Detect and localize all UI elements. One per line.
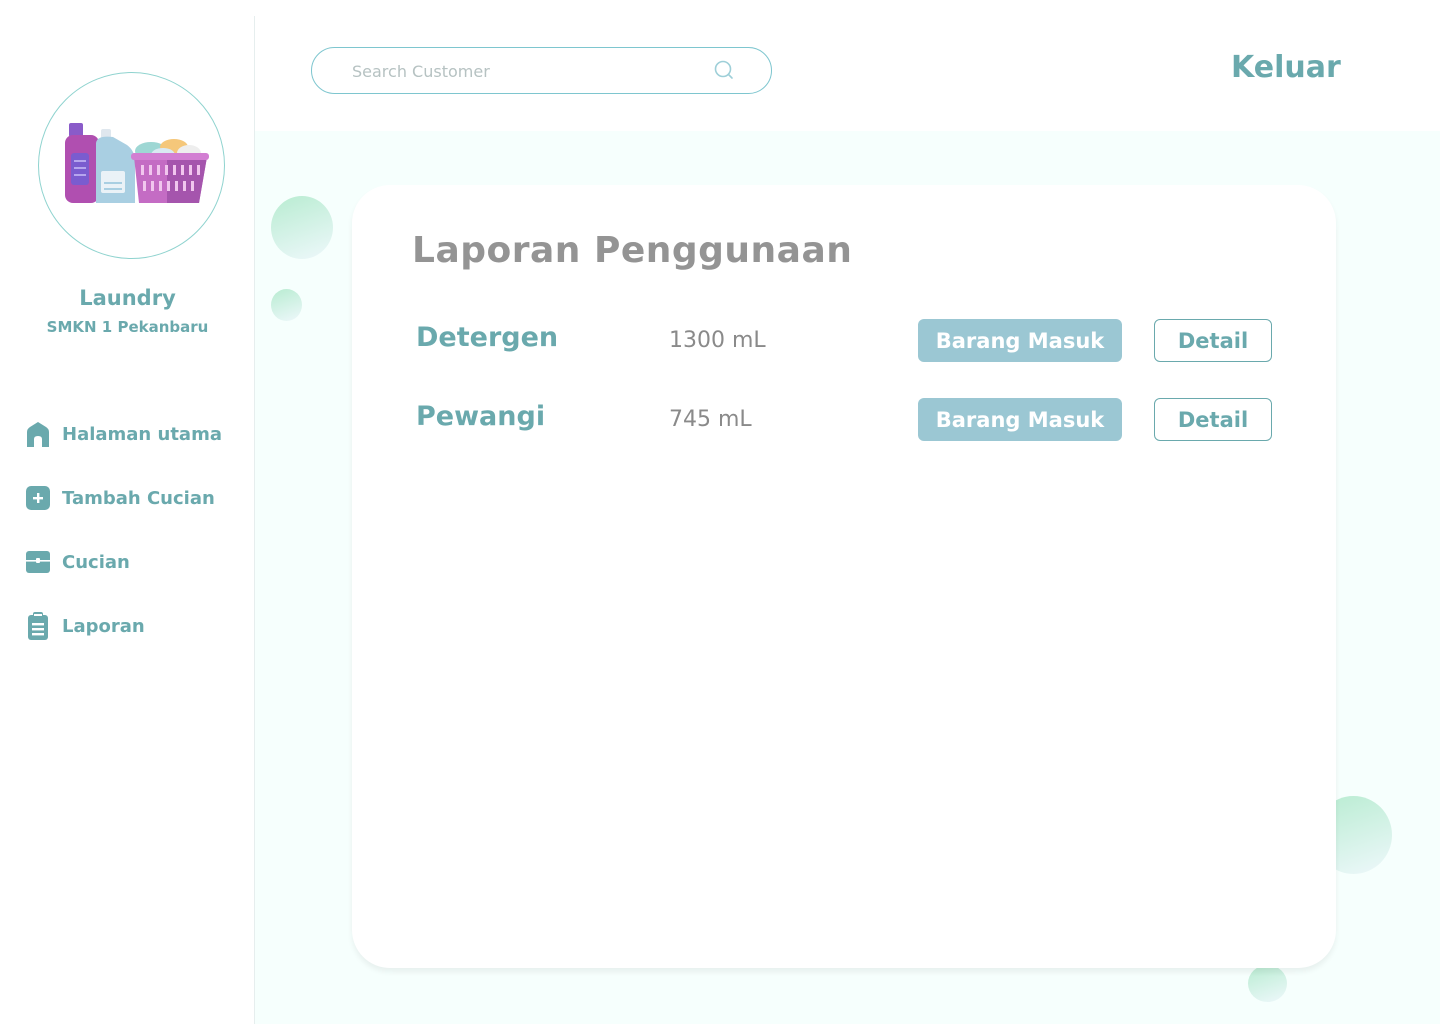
brand-title: Laundry [79, 286, 176, 310]
item-quantity: 1300 mL [669, 328, 766, 353]
detail-button[interactable]: Detail [1154, 319, 1272, 362]
page-title: Laporan Penggunaan [412, 230, 853, 271]
barang-masuk-button[interactable]: Barang Masuk [918, 398, 1122, 441]
decorative-bubble [271, 196, 333, 259]
plus-square-icon [24, 484, 52, 512]
sidebar-item-cucian[interactable]: Cucian [24, 548, 222, 576]
sidebar-item-label: Halaman utama [62, 423, 222, 445]
sidebar-item-label: Tambah Cucian [62, 487, 215, 509]
sidebar-item-label: Laporan [62, 615, 145, 637]
sidebar-item-halaman-utama[interactable]: Halaman utama [24, 420, 222, 448]
decorative-bubble [271, 289, 302, 321]
clipboard-icon [24, 612, 52, 640]
laundry-basket-bottles-icon [65, 123, 209, 203]
item-name-detergen: Detergen [416, 322, 559, 353]
detail-button[interactable]: Detail [1154, 398, 1272, 441]
sidebar-item-laporan[interactable]: Laporan [24, 612, 222, 640]
brand-subtitle: SMKN 1 Pekanbaru [46, 318, 209, 336]
brand-logo [38, 72, 225, 259]
logout-button[interactable]: Keluar [1231, 50, 1341, 85]
search-bar[interactable] [311, 47, 772, 94]
sidebar-item-label: Cucian [62, 551, 130, 573]
search-icon[interactable] [713, 59, 735, 81]
sidebar: Laundry SMKN 1 Pekanbaru Halaman utama T… [0, 0, 255, 1024]
search-input[interactable] [352, 58, 692, 84]
sidebar-nav: Halaman utama Tambah Cucian Cucian Lapor… [24, 420, 222, 676]
sidebar-item-tambah-cucian[interactable]: Tambah Cucian [24, 484, 222, 512]
report-card [352, 185, 1336, 968]
home-icon [24, 420, 52, 448]
item-name-pewangi: Pewangi [416, 401, 546, 432]
decorative-bubble [1248, 965, 1287, 1002]
item-quantity: 745 mL [669, 407, 752, 432]
barang-masuk-button[interactable]: Barang Masuk [918, 319, 1122, 362]
box-icon [24, 548, 52, 576]
